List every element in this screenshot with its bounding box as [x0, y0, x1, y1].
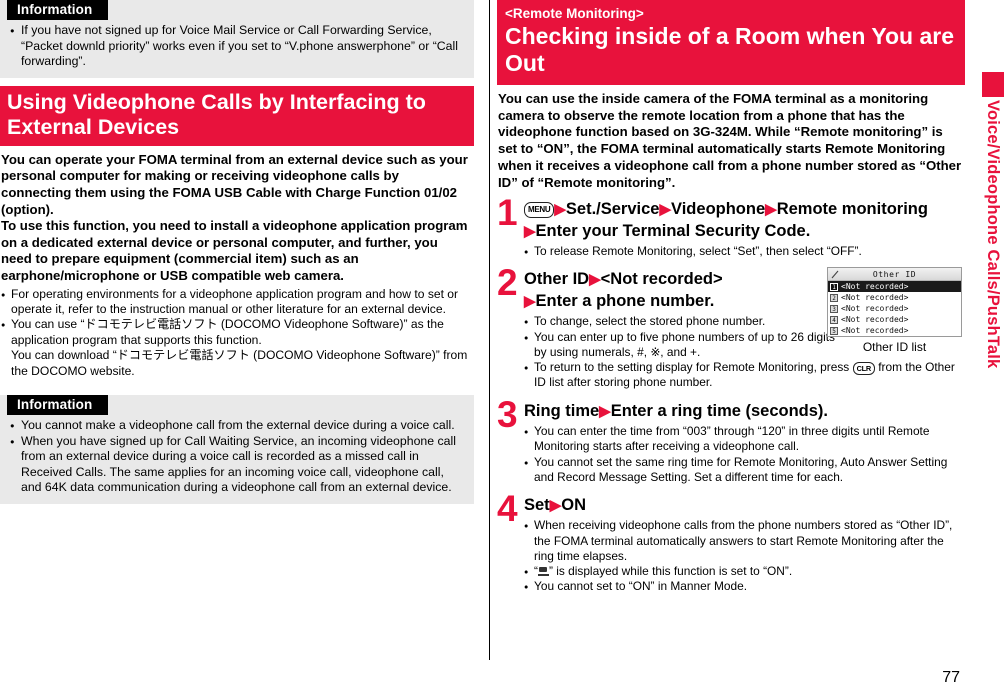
note-item: You can enter the time from “003” throug… — [524, 424, 965, 454]
information-label: Information — [7, 0, 109, 20]
left-column: Information If you have not signed up fo… — [0, 0, 474, 697]
step-action-2: Enter a ring time (seconds). — [610, 401, 829, 420]
section-heading-banner: Using Videophone Calls by Interfacing to… — [0, 85, 474, 146]
information-top-list: If you have not signed up for Voice Mail… — [0, 23, 474, 70]
clr-key-icon[interactable]: CLR — [852, 362, 875, 376]
note-item: To return to the setting display for Rem… — [524, 360, 964, 391]
note-text-post: ” is displayed while this function is se… — [548, 564, 793, 579]
step-action-2: Videophone — [671, 200, 766, 219]
step-action-4: Enter your Terminal Security Code. — [535, 221, 811, 240]
step-number: 1 — [497, 192, 518, 234]
step-action-1: Set — [524, 495, 550, 514]
signal-icon — [831, 270, 839, 279]
arrow-icon: ▶ — [589, 271, 601, 289]
step-3: 3 Ring time▶Enter a ring time (seconds).… — [497, 396, 965, 485]
manual-page: Information If you have not signed up fo… — [0, 0, 1004, 697]
row-index: 5 — [830, 326, 838, 335]
remote-monitoring-icon — [537, 566, 549, 577]
step-heading: Set▶ON — [524, 495, 965, 517]
topic-banner: <Remote Monitoring> Checking inside of a… — [497, 0, 965, 85]
list-item: When you have signed up for Call Waiting… — [10, 434, 466, 496]
step-number: 3 — [497, 393, 518, 435]
row-index: 4 — [830, 315, 838, 324]
step-number: 2 — [497, 262, 518, 304]
side-tab-label: Voice/Videophone Calls/PushTalk — [984, 100, 1002, 369]
note-item: You can use “ドコモテレビ電話ソフト (DOCOMO Videoph… — [1, 317, 470, 379]
arrow-icon: ▶ — [549, 496, 562, 514]
note-item: You cannot set to “ON” in Manner Mode. — [524, 579, 965, 595]
note-text-pre: To return to the setting display for Rem… — [534, 360, 850, 375]
note-item: You cannot set the same ring time for Re… — [524, 455, 965, 485]
page-number: 77 — [942, 669, 960, 686]
phone-screenshot: Other ID 1 <Not recorded> 2 <Not recorde… — [827, 267, 962, 354]
step-action-3: Enter a phone number. — [535, 291, 715, 310]
topic-title: Checking inside of a Room when You are O… — [505, 23, 955, 76]
left-body-text: You can operate your FOMA terminal from … — [1, 152, 470, 285]
side-tab-marker — [982, 72, 1004, 97]
topic-tag: <Remote Monitoring> — [505, 6, 644, 21]
step-action-1: Other ID — [524, 270, 590, 289]
arrow-icon: ▶ — [554, 201, 566, 219]
phone-screen-title: Other ID — [872, 270, 917, 279]
body-paragraph-2: To use this function, you need to instal… — [1, 218, 468, 283]
step-action-1: Set./Service — [565, 200, 660, 219]
column-divider — [489, 0, 490, 660]
row-index: 3 — [830, 304, 838, 313]
step-1-notes: To release Remote Monitoring, select “Se… — [524, 244, 965, 260]
step-3-notes: You can enter the time from “003” throug… — [524, 424, 965, 485]
note-text: For operating environments for a videoph… — [11, 286, 459, 316]
list-item: If you have not signed up for Voice Mail… — [10, 23, 466, 70]
list-item[interactable]: 3 <Not recorded> — [828, 303, 961, 314]
arrow-icon: ▶ — [524, 292, 536, 310]
row-label: <Not recorded> — [841, 293, 909, 302]
step-action-2: <Not recorded> — [600, 270, 723, 289]
step-4: 4 Set▶ON When receiving videophone calls… — [497, 490, 965, 596]
left-notes-list: For operating environments for a videoph… — [1, 287, 470, 379]
topic-intro: You can use the inside camera of the FOM… — [498, 91, 962, 190]
arrow-icon: ▶ — [524, 222, 536, 240]
arrow-icon: ▶ — [599, 402, 611, 420]
phone-screen-frame: Other ID 1 <Not recorded> 2 <Not recorde… — [827, 267, 962, 337]
phone-screen-titlebar: Other ID — [828, 268, 961, 281]
step-4-notes: When receiving videophone calls from the… — [524, 518, 965, 595]
step-action-3: Remote monitoring — [776, 200, 928, 219]
step-1: 1 MENU ▶Set./Service▶Videophone▶Remote mo… — [497, 194, 965, 260]
row-label: <Not recorded> — [841, 326, 909, 335]
note-item: You can enter up to five phone numbers o… — [524, 330, 844, 360]
body-paragraph-1: You can operate your FOMA terminal from … — [1, 151, 468, 217]
step-heading: Ring time▶Enter a ring time (seconds). — [524, 401, 965, 423]
arrow-icon: ▶ — [765, 201, 777, 219]
step-action-1: Ring time — [524, 401, 600, 420]
menu-key-icon[interactable]: MENU — [524, 202, 555, 219]
list-item[interactable]: 1 <Not recorded> — [828, 281, 961, 292]
note-item: To change, select the stored phone numbe… — [524, 314, 844, 330]
arrow-icon: ▶ — [659, 201, 672, 219]
note-item: When receiving videophone calls from the… — [524, 518, 965, 564]
step-number: 4 — [497, 487, 518, 529]
row-index: 2 — [830, 293, 838, 302]
list-item[interactable]: 5 <Not recorded> — [828, 325, 961, 336]
row-index: 1 — [830, 282, 838, 291]
section-heading-line1: Using Videophone Calls by Interfacing to — [7, 89, 426, 114]
note-item: “” is displayed while this function is s… — [524, 564, 965, 580]
note-item: To release Remote Monitoring, select “Se… — [524, 244, 965, 260]
information-box-bottom: Information You cannot make a videophone… — [0, 394, 474, 504]
information-label: Information — [7, 394, 109, 415]
section-heading-line2: External Devices — [7, 114, 180, 139]
note-item: For operating environments for a videoph… — [1, 287, 470, 318]
information-box-top: Information If you have not signed up fo… — [0, 0, 474, 78]
note-subtext: You can download “ドコモテレビ電話ソフト (DOCOMO Vi… — [11, 348, 468, 378]
step-action-2: ON — [561, 495, 586, 514]
row-label: <Not recorded> — [841, 304, 909, 313]
step-2-notes: To change, select the stored phone numbe… — [524, 314, 955, 390]
row-label: <Not recorded> — [841, 315, 909, 324]
list-item[interactable]: 4 <Not recorded> — [828, 314, 961, 325]
row-label: <Not recorded> — [841, 282, 909, 291]
list-item: You cannot make a videophone call from t… — [10, 418, 466, 434]
note-text: You can use “ドコモテレビ電話ソフト (DOCOMO Videoph… — [11, 317, 444, 347]
information-bottom-list: You cannot make a videophone call from t… — [0, 418, 474, 496]
list-item[interactable]: 2 <Not recorded> — [828, 292, 961, 303]
step-heading: MENU ▶Set./Service▶Videophone▶Remote moni… — [524, 199, 965, 242]
phone-screenshot-caption: Other ID list — [862, 340, 927, 354]
